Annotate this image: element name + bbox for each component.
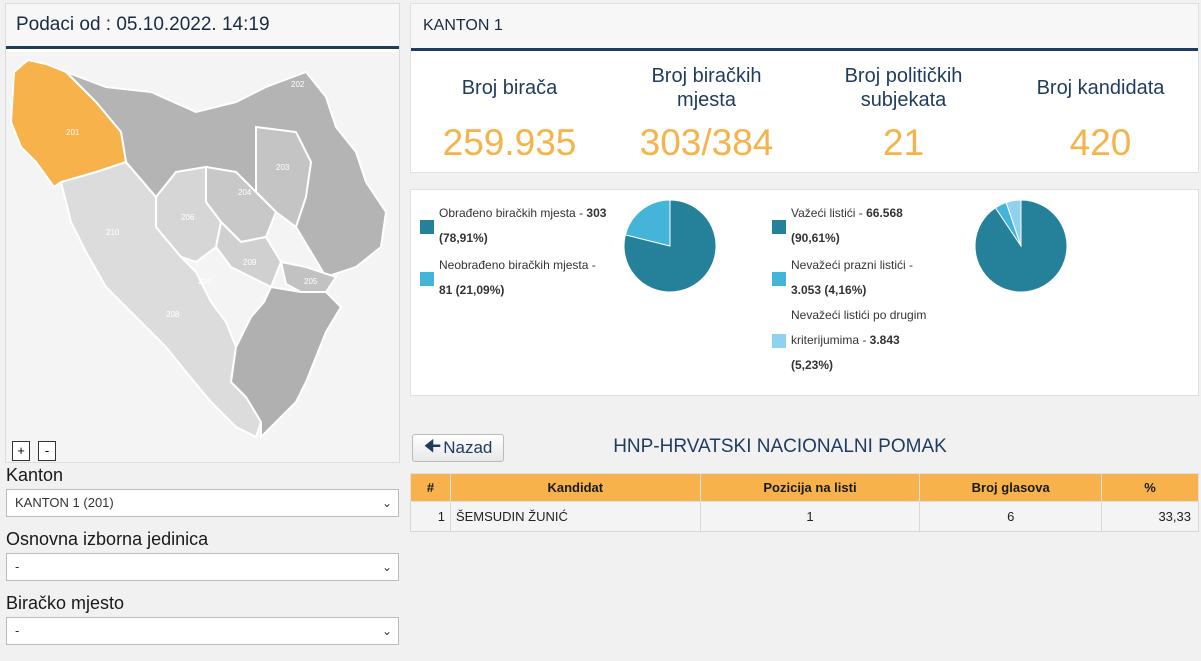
charts-panel: Obrađeno biračkih mjesta - 303 (78,91%) … (410, 189, 1199, 396)
legend-value: 81 (21,09%) (439, 283, 505, 297)
col-header-position[interactable]: Pozicija na listi (699, 473, 921, 502)
cell-position: 1 (699, 501, 921, 532)
cell-candidate: ŠEMSUDIN ŽUNIĆ (449, 501, 701, 532)
zoom-out-button[interactable]: - (38, 441, 56, 461)
stats-panel: KANTON 1 Broj birača 259.935 Broj biračk… (410, 3, 1199, 173)
legend-swatch (772, 272, 786, 286)
table-row: 1 ŠEMSUDIN ŽUNIĆ 1 6 33,33 (410, 501, 1199, 532)
legend-label: Nevažeći prazni listići - (791, 258, 914, 272)
oij-select-value: - (15, 559, 20, 574)
stat-label: Broj biračkih mjesta (651, 65, 762, 111)
legend-swatch (772, 220, 786, 234)
legend-item-valid: Važeći listići - 66.568 (90,61%) (772, 201, 932, 251)
map-label-205: 205 (304, 277, 318, 286)
chevron-down-icon: ⌄ (381, 624, 392, 638)
canton-map-svg[interactable]: 201 202 203 204 205 206 207 208 209 210 (6, 52, 399, 462)
legend-item-unprocessed: Neobrađeno biračkih mjesta - 81 (21,09%) (420, 253, 610, 303)
map-label-202: 202 (291, 80, 305, 89)
bm-select-value: - (15, 623, 20, 638)
map-region-201[interactable] (9, 58, 128, 189)
cell-votes: 6 (919, 501, 1103, 532)
map-label-203: 203 (276, 163, 290, 172)
col-header-votes[interactable]: Broj glasova (919, 473, 1103, 502)
legend-item-processed: Obrađeno biračkih mjesta - 303 (78,91%) (420, 201, 610, 251)
table-header-row: # Kandidat Pozicija na listi Broj glasov… (410, 473, 1199, 502)
stat-label: Broj političkih subjekata (844, 65, 963, 111)
back-button-label: Nazad (443, 438, 493, 457)
legend-swatch (420, 220, 434, 234)
bm-label: Biračko mjesto (6, 593, 125, 613)
data-timestamp: Podaci od : 05.10.2022. 14:19 (6, 4, 399, 49)
legend-label: Nevažeći listići po drugim kriterijumima… (791, 308, 927, 347)
stat-label: Broj kandidata (1036, 77, 1165, 99)
kanton-select-value: KANTON 1 (201) (15, 495, 114, 510)
legend-swatch (772, 334, 786, 348)
col-header-candidate[interactable]: Kandidat (449, 473, 701, 502)
stat-value: 21 (882, 122, 925, 163)
legend-value: 3.053 (4,16%) (791, 283, 867, 297)
stat-voters: Broj birača 259.935 (411, 62, 608, 164)
party-title: HNP-HRVATSKI NACIONALNI POMAK (613, 436, 947, 457)
map-label-207: 207 (198, 277, 212, 286)
legend-item-invalid-empty: Nevažeći prazni listići - 3.053 (4,16%) (772, 253, 932, 303)
map-label-206: 206 (181, 213, 195, 222)
stat-label: Broj birača (461, 77, 558, 99)
back-button[interactable]: 🠈 Nazad (412, 434, 504, 462)
legend-label: Obrađeno biračkih mjesta - (439, 206, 587, 220)
ballots-pie-chart (974, 199, 1068, 293)
col-header-percent[interactable]: % (1101, 473, 1199, 502)
zoom-in-button[interactable]: + (12, 441, 30, 461)
stat-political-subjects: Broj političkih subjekata 21 (805, 62, 1002, 164)
arrow-left-icon: 🠈 (423, 436, 442, 457)
legend-label: Važeći listići - (791, 206, 867, 220)
map-label-210: 210 (106, 228, 120, 237)
kanton-label: Kanton (6, 465, 64, 485)
stat-value: 259.935 (442, 122, 577, 163)
stats-title: KANTON 1 (411, 4, 1198, 51)
chevron-down-icon: ⌄ (381, 560, 392, 574)
map-panel: Podaci od : 05.10.2022. 14:19 201 202 20… (5, 3, 400, 463)
stat-value: 420 (1069, 122, 1132, 163)
legend-item-invalid-other: Nevažeći listići po drugim kriterijumima… (772, 303, 932, 378)
bm-select[interactable]: - ⌄ (6, 617, 399, 645)
col-header-number[interactable]: # (410, 473, 451, 502)
stat-value: 303/384 (639, 122, 774, 163)
oij-select[interactable]: - ⌄ (6, 553, 399, 581)
canton-map[interactable]: 201 202 203 204 205 206 207 208 209 210 (6, 52, 399, 462)
map-label-208: 208 (166, 310, 180, 319)
map-label-201: 201 (66, 128, 80, 137)
map-label-204: 204 (238, 188, 252, 197)
legend-swatch (420, 272, 434, 286)
map-label-209: 209 (243, 258, 257, 267)
chevron-down-icon: ⌄ (381, 496, 392, 510)
stat-polling-stations: Broj biračkih mjesta 303/384 (608, 62, 805, 164)
kanton-select[interactable]: KANTON 1 (201) ⌄ (6, 489, 399, 517)
cell-number: 1 (410, 501, 451, 532)
oij-label: Osnovna izborna jedinica (6, 529, 209, 549)
stat-candidates: Broj kandidata 420 (1002, 62, 1199, 164)
results-table: # Kandidat Pozicija na listi Broj glasov… (410, 473, 1199, 532)
stations-pie-chart (623, 199, 717, 293)
legend-label: Neobrađeno biračkih mjesta - (439, 258, 596, 272)
cell-percent: 33,33 (1101, 501, 1199, 532)
